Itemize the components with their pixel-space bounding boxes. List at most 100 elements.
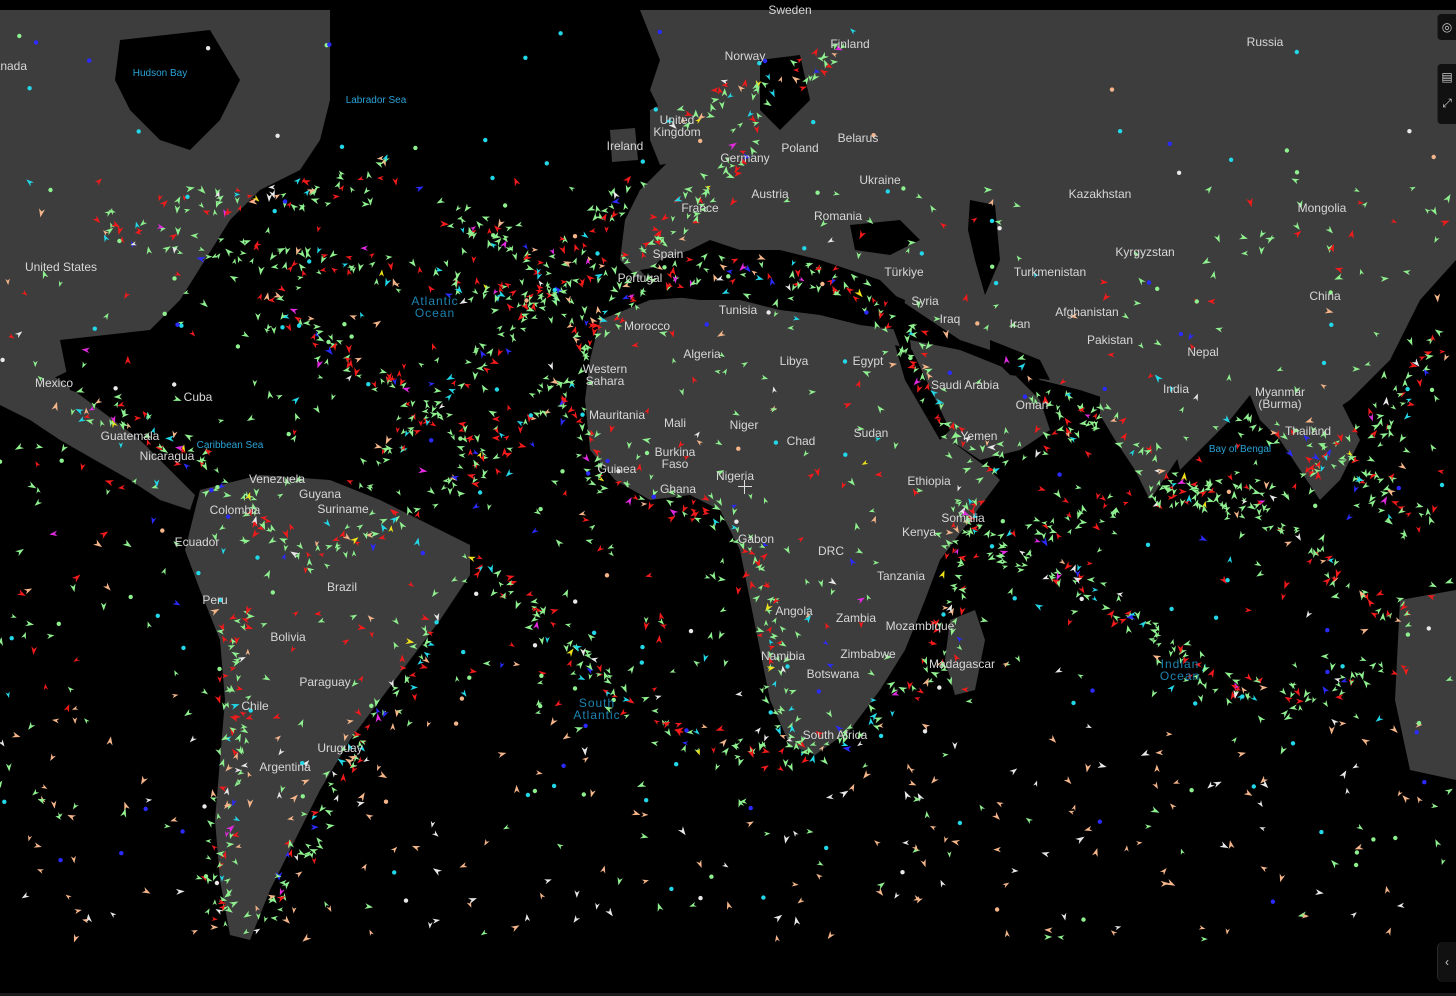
country-label-mozambique: Mozambique [886,619,955,633]
country-label-niger: Niger [730,418,759,432]
country-label-mali: Mali [664,416,686,430]
vessel-dot [1325,628,1330,633]
country-label-yemen: Yemen [961,429,998,443]
country-label-ireland: Ireland [607,139,644,153]
vessel-dot [1313,503,1318,508]
vessel-dot [181,645,186,651]
vessel-dot [684,728,689,733]
vessel-dot [413,145,418,151]
vessel-dot [583,723,588,728]
country-label-nicaragua: Nicaragua [140,449,195,463]
vessel-dot [1071,700,1076,706]
vessel-dot [698,895,703,901]
vessel-dot [196,570,201,576]
vessel-dot [180,829,185,834]
vessel-dot [502,203,508,208]
country-label-norway: Norway [725,49,766,63]
vessel-dot [1226,489,1232,494]
country-label-chad: Chad [787,434,816,448]
vessel-dot [1000,519,1005,524]
collapse-button[interactable]: ‹ [1437,942,1456,982]
vessel-dot [1079,596,1084,602]
vessel-dot [604,573,610,578]
vessel-dot [811,119,816,125]
vessel-dot [1102,386,1107,392]
vessel-dot [209,488,214,493]
vessel-dot [657,29,662,35]
vessel-dot [957,820,963,826]
vessel-dot [586,471,591,476]
country-label-spain: Spain [653,247,684,261]
vessel-dot [270,590,275,595]
vessel-dot [1294,49,1300,55]
country-label-zimbabwe: Zimbabwe [840,647,896,661]
vessel-dot [558,31,563,36]
vessel-dot [640,159,645,164]
vessel-dot [1155,286,1160,291]
country-label-portugal: Portugal [618,271,663,285]
vessel-dot [1117,129,1123,134]
vessel-dot [532,788,538,794]
country-label-iran: Iran [1010,317,1031,331]
country-label-belarus: Belarus [838,131,879,145]
layers-button[interactable]: ▤ ⤢ [1437,64,1456,124]
vessel-dot [467,675,472,680]
vessel-dot [172,276,177,281]
vessel-dot [560,469,565,474]
vessel-dot [1193,701,1198,706]
vessel-dot [1251,784,1257,789]
vessel-dot [1109,87,1115,92]
country-label-mexico: Mexico [35,376,73,390]
vessel-dot [33,40,39,45]
vessel-dot [1431,154,1436,160]
vessel-dot [143,806,148,812]
vessel-dot [1240,694,1245,699]
water-label-labrador-sea: Labrador Sea [346,95,407,106]
vessel-dot [1290,741,1296,746]
vessel-dot [1396,485,1402,491]
vessel-dot [900,870,905,875]
vessel-dot [275,133,280,138]
vessel-dot [538,506,543,512]
country-label-thailand: Thailand [1285,424,1331,438]
vessel-dot [941,612,946,617]
vessel-dot [561,763,566,768]
country-label-syria: Syria [911,294,939,308]
vessel-dot [726,274,731,279]
vessel-dot [901,186,906,191]
vessel-dot [766,310,771,315]
vessel-dot [349,334,354,339]
vessel-dot [235,344,241,349]
vessel-dot [461,649,466,655]
vessel-dot [327,42,332,47]
vessel-dot [1228,157,1234,162]
vessel-dot [483,137,488,143]
vessel-dot [286,431,291,437]
vessel-dot [1329,322,1334,327]
vessel-dot [403,898,409,903]
vessel-dot [1429,387,1435,393]
vessel-dot [1386,425,1392,430]
vessel-dot [878,733,884,739]
country-label-kyrgyzstan: Kyrgyzstan [1115,245,1174,259]
vessel-dot [0,357,5,363]
vessel-dot [342,322,347,327]
vessel-dot [1325,669,1330,675]
vessel-traffic-map[interactable]: Sweden Finland Russia Norway Belarus Poland Uk… [0,0,1456,996]
vessel-dot [674,762,679,767]
country-label-poland: Poland [781,141,818,155]
vessel-dot [1439,482,1445,488]
vessel-dot [160,528,165,533]
vessel-dot [704,322,709,327]
country-label-guyana: Guyana [299,487,341,501]
compass-button[interactable]: ◎ [1437,14,1456,40]
country-label-kenya: Kenya [902,525,936,539]
vessel-dot [802,246,807,251]
vessel-dot [1354,850,1360,855]
vessel-dot [669,886,674,892]
country-label-china: China [1309,289,1341,303]
vessel-dot [1097,819,1103,824]
vessel-dot [736,446,741,451]
vessel-dot [820,281,825,287]
country-label-egypt: Egypt [853,354,884,368]
